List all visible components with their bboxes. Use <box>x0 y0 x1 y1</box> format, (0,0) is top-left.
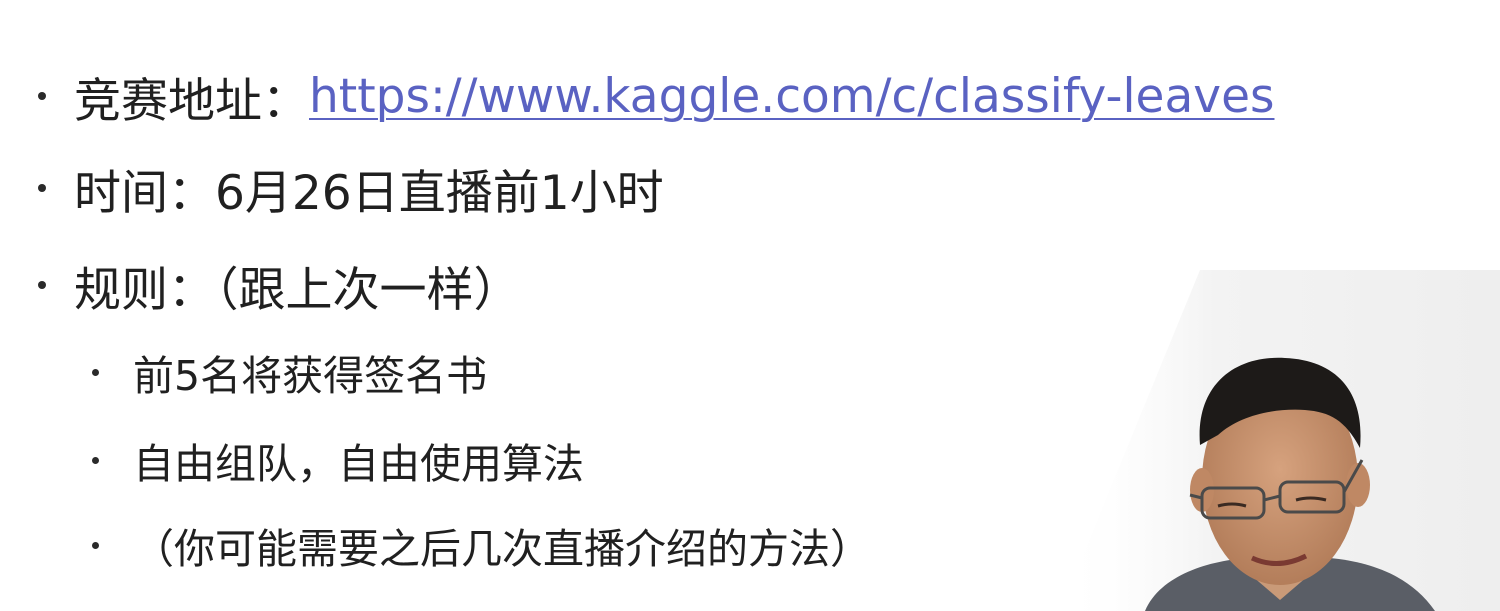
sub-bullet-text: （你可能需要之后几次直播介绍的方法） <box>133 525 871 573</box>
sub-bullet-dot-icon <box>92 541 99 549</box>
slide: 竞赛地址： https://www.kaggle.com/c/classify-… <box>0 0 1500 611</box>
sub-bullet-item: 自由组队，自由使用算法 <box>92 430 584 490</box>
sub-bullet-dot-icon <box>92 456 99 464</box>
bullet-item-competition-url: 竞赛地址： https://www.kaggle.com/c/classify-… <box>38 61 1274 131</box>
bullet-dot-icon <box>38 92 46 100</box>
bullet-text: 时间：6月26日直播前1小时 <box>74 165 664 221</box>
sub-bullet-dot-icon <box>92 368 99 376</box>
bullet-item-rules: 规则：（跟上次一样） <box>38 250 521 320</box>
sub-bullet-text: 前5名将获得签名书 <box>133 352 488 400</box>
presenter-webcam-icon <box>1060 270 1500 611</box>
bullet-label: 竞赛地址： <box>74 73 309 129</box>
sub-bullet-item: （你可能需要之后几次直播介绍的方法） <box>92 515 871 575</box>
bullet-dot-icon <box>38 184 46 192</box>
bullet-item-time: 时间：6月26日直播前1小时 <box>38 153 664 223</box>
presenter-webcam <box>1040 270 1500 611</box>
bullet-text: 规则：（跟上次一样） <box>74 262 521 318</box>
sub-bullet-text: 自由组队，自由使用算法 <box>133 440 584 488</box>
competition-link[interactable]: https://www.kaggle.com/c/classify-leaves <box>309 69 1274 124</box>
sub-bullet-item: 前5名将获得签名书 <box>92 342 487 402</box>
bullet-dot-icon <box>38 281 46 289</box>
